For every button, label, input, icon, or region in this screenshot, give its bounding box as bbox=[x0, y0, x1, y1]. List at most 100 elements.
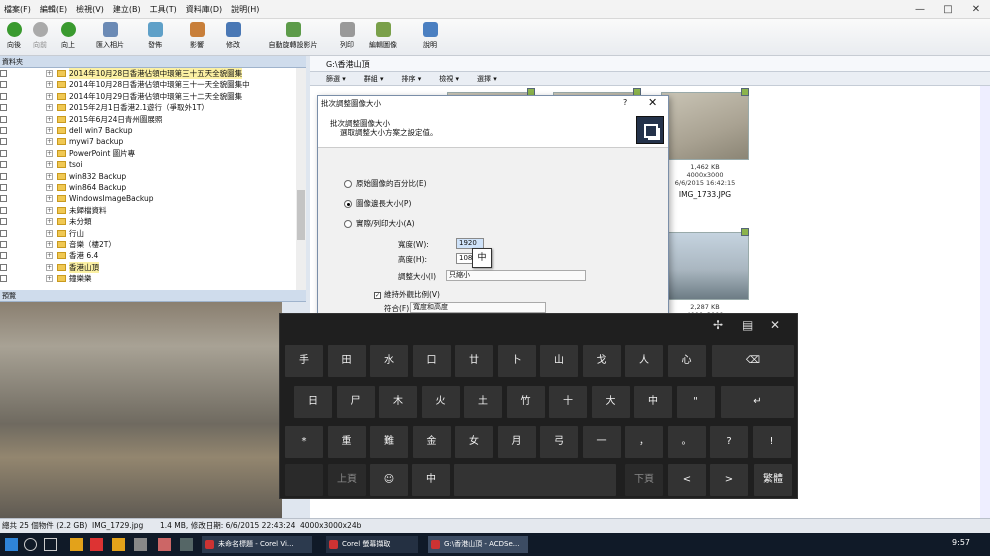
folder-tree-scrollbar[interactable] bbox=[296, 68, 306, 290]
menu-view[interactable]: 檢視(V) bbox=[76, 4, 104, 15]
key-8[interactable]: 中 bbox=[634, 386, 672, 418]
key-3[interactable]: 金 bbox=[412, 426, 451, 458]
folder-tree-item[interactable]: +2015年2月1日香港2.1遊行（爭取外1T） bbox=[0, 102, 296, 113]
app-icon[interactable] bbox=[134, 538, 147, 551]
expand-icon[interactable]: + bbox=[46, 161, 53, 169]
menu-edit[interactable]: 編輯(E) bbox=[40, 4, 67, 15]
expand-icon[interactable]: + bbox=[46, 81, 53, 89]
back-button[interactable]: 向後 bbox=[2, 21, 26, 54]
key-2[interactable]: 水 bbox=[370, 345, 408, 377]
folder-tree-item[interactable]: + dell win7 Backup bbox=[0, 125, 296, 136]
keyboard-layout-icon[interactable]: ▤ bbox=[742, 318, 753, 332]
expand-icon[interactable]: + bbox=[46, 263, 53, 271]
print-button[interactable]: 列印 bbox=[334, 21, 360, 54]
folder-checkbox[interactable] bbox=[0, 229, 7, 237]
key-7[interactable]: 大 bbox=[591, 386, 630, 418]
key-3[interactable]: 火 bbox=[421, 386, 460, 418]
task-acdsee[interactable]: G:\香港山頂 - ACDSe... bbox=[428, 536, 528, 553]
auto-rotate-button[interactable]: 自動旋轉設影片 bbox=[262, 21, 324, 54]
left-arrow-key[interactable]: < bbox=[668, 464, 706, 496]
clock[interactable]: 9:57 bbox=[952, 538, 970, 547]
expand-icon[interactable]: + bbox=[46, 252, 53, 260]
modify-button[interactable]: 修改 bbox=[218, 21, 248, 54]
up-button[interactable]: 向上 bbox=[55, 21, 81, 54]
key-9[interactable]: 。 bbox=[667, 426, 706, 458]
ime-mode-indicator[interactable]: 中 bbox=[472, 248, 492, 268]
radio-edge-size[interactable]: 圖像邊長大小(P) bbox=[344, 198, 411, 209]
key-8[interactable]: ， bbox=[625, 426, 663, 458]
key-10[interactable]: ? bbox=[710, 426, 748, 458]
search-icon[interactable] bbox=[24, 538, 37, 551]
language-key[interactable]: 繁體 bbox=[754, 464, 792, 496]
folder-tree-item[interactable]: + WindowsImageBackup bbox=[0, 193, 296, 204]
folder-tree-scroll-thumb[interactable] bbox=[297, 190, 305, 240]
keep-aspect-checkbox[interactable]: ✓ 維持外觀比例(V) bbox=[374, 289, 440, 300]
folder-tree-item[interactable]: +2014年10月28日香港佔領中環第三十五天全貌圖集 bbox=[0, 68, 296, 79]
key-5[interactable]: 月 bbox=[497, 426, 536, 458]
folder-checkbox[interactable] bbox=[0, 92, 7, 100]
expand-icon[interactable]: + bbox=[46, 206, 53, 214]
key-1[interactable]: 尸 bbox=[336, 386, 375, 418]
file-browser-scrollbar[interactable] bbox=[980, 86, 990, 518]
menu-help[interactable]: 說明(H) bbox=[231, 4, 259, 15]
expand-icon[interactable]: + bbox=[46, 149, 53, 157]
help-question-icon[interactable]: ? bbox=[623, 98, 627, 107]
folder-checkbox[interactable] bbox=[0, 252, 7, 260]
expand-icon[interactable]: + bbox=[46, 92, 53, 100]
close-icon[interactable]: ✕ bbox=[962, 0, 990, 19]
key-7[interactable]: 一 bbox=[582, 426, 621, 458]
key-2[interactable]: 難 bbox=[370, 426, 408, 458]
folder-checkbox[interactable] bbox=[0, 81, 7, 89]
task-corel-capture[interactable]: Corel 螢幕擷取 bbox=[326, 536, 418, 553]
folder-tree-item[interactable]: + 未歸檔資料 bbox=[0, 205, 296, 216]
folder-tree-item[interactable]: + tsoi bbox=[0, 159, 296, 170]
key-9[interactable]: 心 bbox=[667, 345, 706, 377]
key-6[interactable]: 十 bbox=[549, 386, 587, 418]
expand-icon[interactable]: + bbox=[46, 275, 53, 283]
folder-checkbox[interactable] bbox=[0, 161, 7, 169]
expand-icon[interactable]: + bbox=[46, 195, 53, 203]
key-4[interactable]: 廿 bbox=[455, 345, 493, 377]
expand-icon[interactable]: + bbox=[46, 218, 53, 226]
expand-icon[interactable]: + bbox=[46, 104, 53, 112]
menu-create[interactable]: 建立(B) bbox=[113, 4, 141, 15]
move-keyboard-icon[interactable]: ✢ bbox=[713, 318, 723, 332]
menu-database[interactable]: 資料庫(D) bbox=[186, 4, 222, 15]
folder-tree-item[interactable]: +2015年6月24日青州圖展照 bbox=[0, 114, 296, 125]
key-2[interactable]: 木 bbox=[379, 386, 417, 418]
key-0[interactable]: * bbox=[285, 426, 323, 458]
folder-tree-item[interactable]: +2014年10月28日香港佔領中環第三十一天全貌圖集中 bbox=[0, 79, 296, 90]
path-bar[interactable]: G:\香港山頂 bbox=[310, 56, 990, 72]
expand-icon[interactable]: + bbox=[46, 172, 53, 180]
expand-icon[interactable]: + bbox=[46, 70, 53, 77]
folder-checkbox[interactable] bbox=[0, 127, 7, 134]
folder-checkbox[interactable] bbox=[0, 263, 7, 271]
help-button[interactable]: 說明 bbox=[418, 21, 442, 54]
edit-image-button[interactable]: 編輯圖像 bbox=[364, 21, 402, 54]
folder-checkbox[interactable] bbox=[0, 70, 7, 77]
minimize-icon[interactable]: — bbox=[906, 0, 934, 19]
key-4[interactable]: 土 bbox=[464, 386, 502, 418]
hidden-key[interactable] bbox=[285, 464, 323, 496]
folder-tree-item[interactable]: + 未分類 bbox=[0, 216, 296, 227]
radio-actual-size[interactable]: 實際/列印大小(A) bbox=[344, 218, 415, 229]
radio-percentage[interactable]: 原始圖像的百分比(E) bbox=[344, 178, 427, 189]
dialog-close-icon[interactable]: ✕ bbox=[648, 96, 657, 109]
key-5[interactable]: 竹 bbox=[506, 386, 545, 418]
fit-select[interactable]: 只縮小 bbox=[446, 270, 586, 281]
folder-checkbox[interactable] bbox=[0, 184, 7, 191]
forward-button[interactable]: 向前 bbox=[28, 21, 52, 54]
sort-menu[interactable]: 排序 ▾ bbox=[402, 74, 422, 84]
key-3[interactable]: 口 bbox=[412, 345, 451, 377]
key-11[interactable]: ! bbox=[752, 426, 791, 458]
expand-icon[interactable]: + bbox=[46, 241, 53, 248]
chrome-icon[interactable] bbox=[90, 538, 103, 551]
share-button[interactable]: 發佈 bbox=[140, 21, 170, 54]
folder-checkbox[interactable] bbox=[0, 138, 7, 146]
key-0[interactable]: 手 bbox=[285, 345, 323, 377]
expand-icon[interactable]: + bbox=[46, 127, 53, 134]
folder-tree-item[interactable]: + 鐘樂樂 bbox=[0, 273, 296, 284]
expand-icon[interactable]: + bbox=[46, 115, 53, 123]
view-menu[interactable]: 檢視 ▾ bbox=[439, 74, 459, 84]
app3-icon[interactable] bbox=[180, 538, 193, 551]
